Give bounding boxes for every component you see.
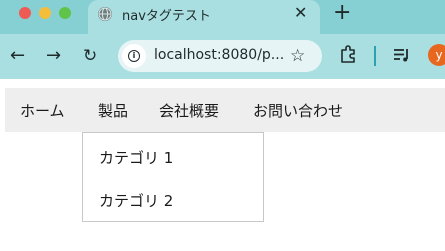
nav-item-products[interactable]: 製品 (98, 100, 128, 121)
nav-item-about[interactable]: 会社概要 (159, 100, 219, 121)
back-button[interactable]: ← (10, 45, 25, 67)
close-icon[interactable]: ✕ (294, 3, 307, 23)
dropdown-item-category-2[interactable]: カテゴリ 2 (99, 190, 173, 211)
puzzle-icon[interactable] (340, 44, 358, 64)
globe-icon (98, 7, 112, 21)
maximize-window-button[interactable] (59, 7, 71, 19)
browser-toolbar: ← → ↻ i localhost:8080/p... ☆ y (0, 34, 445, 79)
forward-button[interactable]: → (46, 45, 61, 67)
site-navbar: ホーム 製品 会社概要 お問い合わせ (5, 88, 445, 132)
products-dropdown-menu: カテゴリ 1 カテゴリ 2 (82, 132, 264, 222)
page-content: ホーム 製品 会社概要 お問い合わせ カテゴリ 1 カテゴリ 2 (0, 79, 445, 251)
info-icon: i (128, 50, 140, 62)
url-text[interactable]: localhost:8080/p... (154, 47, 284, 63)
minimize-window-button[interactable] (39, 7, 51, 19)
browser-window: navタグテスト ✕ + ← → ↻ i localhost:8080/p...… (0, 0, 445, 251)
site-info-button[interactable]: i (122, 44, 146, 68)
tab-strip: navタグテスト ✕ + (0, 0, 445, 34)
new-tab-button[interactable]: + (333, 1, 351, 25)
nav-item-contact[interactable]: お問い合わせ (253, 100, 343, 121)
tab-active[interactable]: navタグテスト ✕ (88, 0, 320, 34)
toolbar-divider (374, 46, 376, 66)
tab-title: navタグテスト (122, 9, 211, 24)
dropdown-item-category-1[interactable]: カテゴリ 1 (99, 147, 173, 168)
close-window-button[interactable] (19, 7, 31, 19)
nav-item-home[interactable]: ホーム (20, 100, 65, 121)
reload-button[interactable]: ↻ (83, 45, 97, 67)
star-icon[interactable]: ☆ (290, 45, 305, 67)
playlist-icon[interactable] (393, 46, 411, 64)
address-bar[interactable]: i localhost:8080/p... ☆ (118, 40, 322, 72)
profile-avatar[interactable]: y (428, 44, 445, 66)
